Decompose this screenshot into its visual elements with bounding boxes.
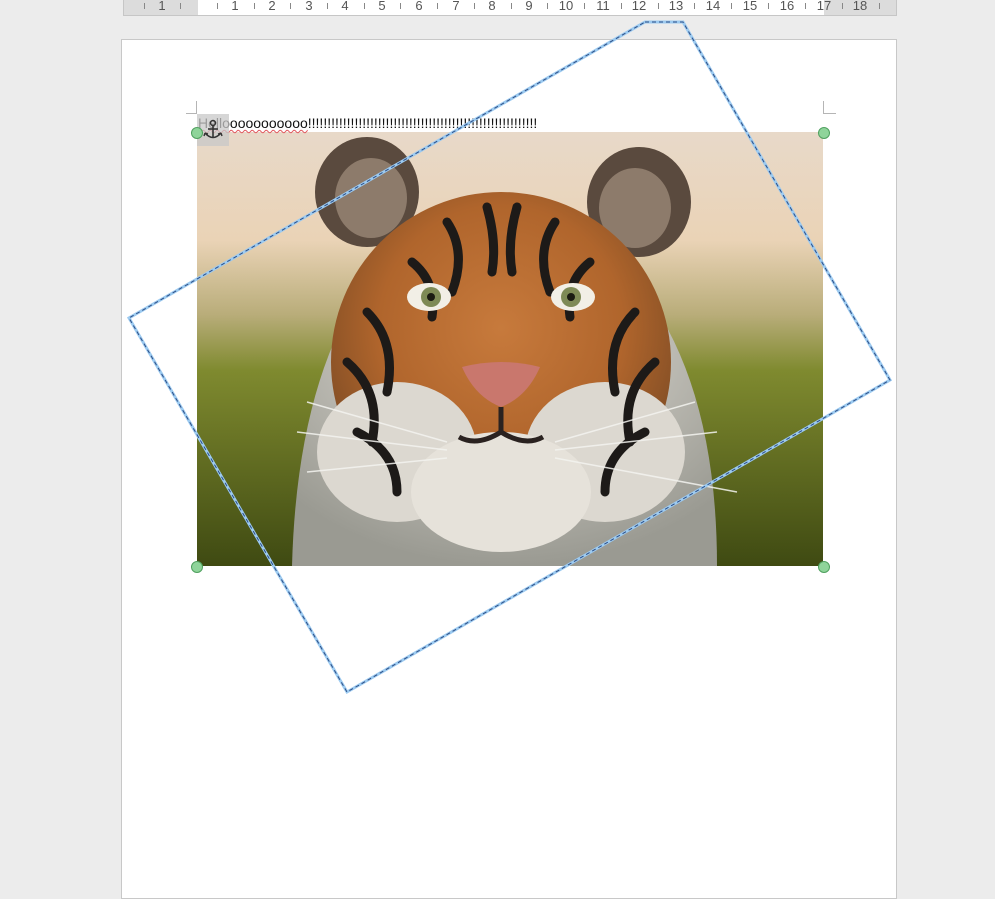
margin-corner-mark [186, 101, 197, 114]
tiger-image [197, 132, 823, 566]
resize-handle-icon[interactable] [191, 127, 203, 139]
ruler-number: 6 [415, 0, 423, 13]
exclamation-text[interactable]: !!!!!!!!!!!!!!!!!!!!!!!!!!!!!!!!!!!!!!!!… [308, 115, 538, 131]
ruler-number: 10 [558, 0, 574, 13]
ruler-number: 17 [816, 0, 832, 13]
ruler-tick [437, 3, 438, 9]
ruler-number: 2 [268, 0, 276, 13]
ruler-number: 11 [596, 0, 610, 13]
ruler-tick [805, 3, 806, 9]
ruler-number: 16 [779, 0, 795, 13]
ruler-number: 3 [305, 0, 313, 13]
ruler-number: 5 [378, 0, 386, 13]
ruler-tick [584, 3, 585, 9]
ruler-number: 8 [488, 0, 496, 13]
anchor-glyph [203, 119, 223, 139]
ruler-number: 1 [231, 0, 239, 13]
ruler-number: 15 [742, 0, 758, 13]
ruler-tick [364, 3, 365, 9]
resize-handle-icon[interactable] [818, 127, 830, 139]
ruler-number: 7 [452, 0, 460, 13]
ruler-tick [658, 3, 659, 9]
ruler-tick [254, 3, 255, 9]
ruler-tick [621, 3, 622, 9]
ruler-number: 9 [525, 0, 533, 13]
ruler-number: 14 [705, 0, 721, 13]
resize-handle-icon[interactable] [191, 561, 203, 573]
ruler-number: 4 [341, 0, 349, 13]
tiger-picture[interactable] [197, 132, 823, 566]
document-text-line[interactable]: Hellooooooooooo!!!!!!!!!!!!!!!!!!!!!!!!!… [198, 114, 537, 132]
ruler-number: 18 [852, 0, 868, 13]
ruler-number: 12 [631, 0, 647, 13]
ruler-tick [731, 3, 732, 9]
ruler-number: 1 [158, 0, 166, 13]
resize-handle-icon[interactable] [818, 561, 830, 573]
horizontal-ruler[interactable]: 1 1 2 3 4 5 6 7 8 9 10 11 12 13 14 15 16… [123, 0, 897, 16]
margin-corner-mark [823, 101, 836, 114]
ruler-tick [879, 3, 880, 9]
ruler-tick [217, 3, 218, 9]
ruler-tick [474, 3, 475, 9]
ruler-tick [768, 3, 769, 9]
ruler-tick [511, 3, 512, 9]
ruler-tick [694, 3, 695, 9]
ruler-tick [842, 3, 843, 9]
ruler-tick [290, 3, 291, 9]
ruler-number: 13 [668, 0, 684, 13]
ruler-tick [144, 3, 145, 9]
ruler-tick [547, 3, 548, 9]
ruler-tick [400, 3, 401, 9]
ruler-tick [327, 3, 328, 9]
ruler-tick [180, 3, 181, 9]
